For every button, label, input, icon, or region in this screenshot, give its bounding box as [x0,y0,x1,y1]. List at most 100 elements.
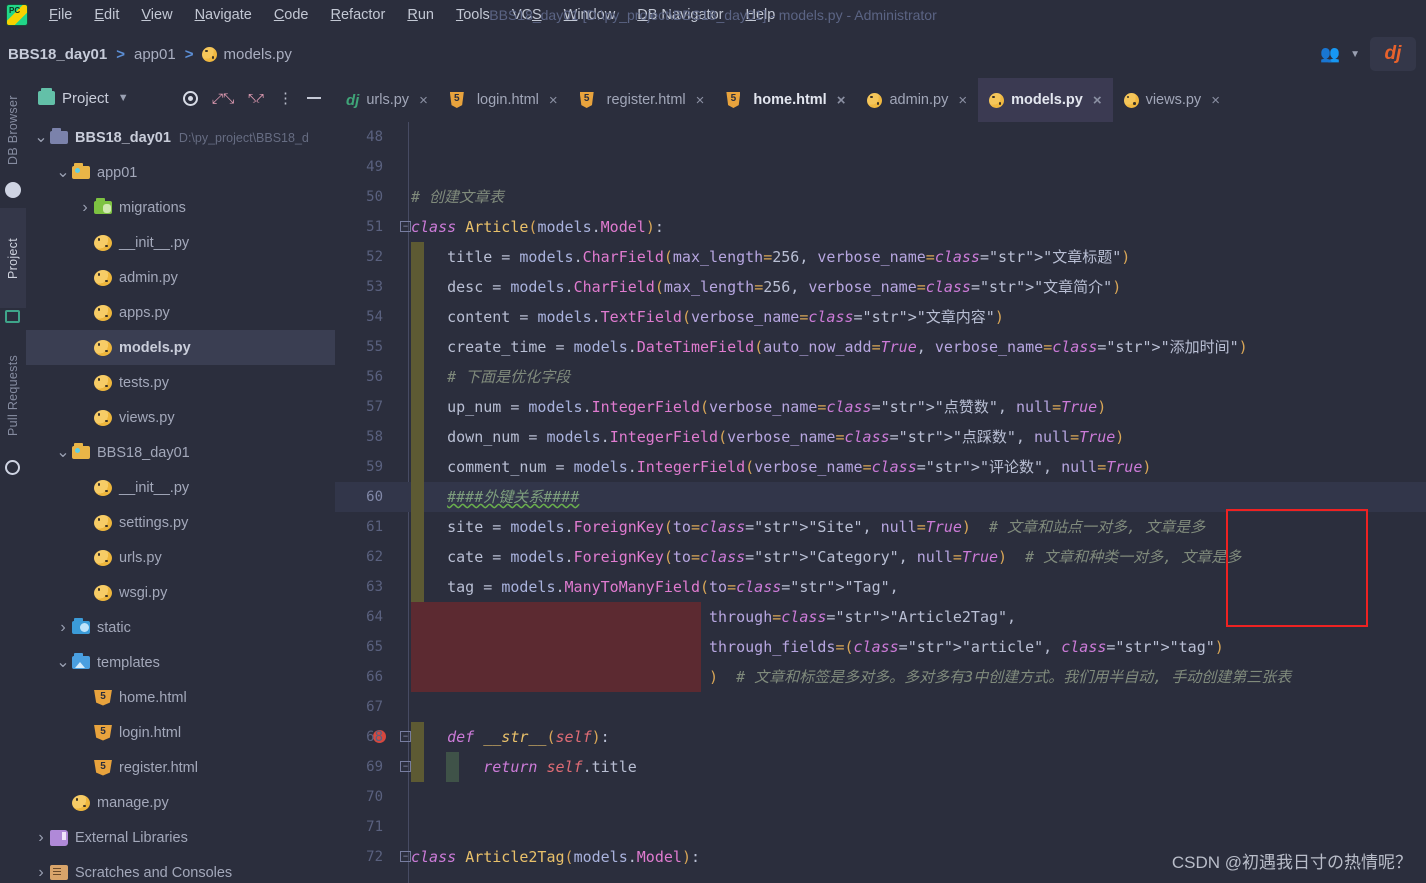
menu-code[interactable]: Code [263,3,320,27]
code-fold-icon[interactable]: − [400,731,411,742]
tree-item--init-py[interactable]: __init__.py [26,470,335,505]
chevron-down-icon[interactable]: ▼ [1350,49,1360,60]
code-line[interactable]: 64 through=class="str">"Article2Tag", [335,602,1426,632]
code-line[interactable]: 70 [335,782,1426,812]
close-icon[interactable]: × [837,92,846,109]
menu-run[interactable]: Run [396,3,445,27]
toolwindow-db-browser[interactable]: DB Browser [0,82,26,178]
code-editor[interactable]: 48 49 50 # 创建文章表 − 51 class Article(models.Mod… [335,122,1426,883]
tree-item-apps-py[interactable]: apps.py [26,295,335,330]
tree-item--init-py[interactable]: __init__.py [26,225,335,260]
toolwindow-project[interactable]: Project [0,208,26,308]
tree-item-external-libraries[interactable]: › External Libraries [26,820,335,855]
menu-window[interactable]: Window [553,3,627,27]
menu-db-navigator[interactable]: DB Navigator [626,3,734,27]
code-line[interactable]: 67 [335,692,1426,722]
editor-tab-models-py[interactable]: models.py × [978,78,1113,122]
chevron-right-icon[interactable]: › [32,864,50,882]
chevron-right-icon[interactable]: › [32,829,50,847]
tree-item-admin-py[interactable]: admin.py [26,260,335,295]
code-line[interactable]: 63 tag = models.ManyToManyField(to=class… [335,572,1426,602]
project-dropdown-chevron-icon[interactable]: ▼ [118,92,129,104]
breadcrumb-item-app01[interactable]: app01 [134,46,176,63]
close-icon[interactable]: × [696,92,705,109]
chevron-right-icon[interactable]: › [54,619,72,637]
tree-item-register-html[interactable]: register.html [26,750,335,785]
close-icon[interactable]: × [1211,92,1220,109]
tree-item-wsgi-py[interactable]: wsgi.py [26,575,335,610]
code-line[interactable]: − 51 class Article(models.Model): [335,212,1426,242]
code-line[interactable]: 71 [335,812,1426,842]
code-line[interactable]: 59 comment_num = models.IntegerField(ver… [335,452,1426,482]
close-icon[interactable]: × [549,92,558,109]
editor-tab-register-html[interactable]: register.html × [569,78,716,122]
tree-item-templates[interactable]: ⌄ templates [26,645,335,680]
tree-item-login-html[interactable]: login.html [26,715,335,750]
editor-tab-admin-py[interactable]: admin.py × [856,78,978,122]
code-line[interactable]: 54 content = models.TextField(verbose_na… [335,302,1426,332]
code-line[interactable]: − 69 return self.title [335,752,1426,782]
code-line[interactable]: 49 [335,152,1426,182]
tree-item-urls-py[interactable]: urls.py [26,540,335,575]
close-icon[interactable]: × [1093,92,1102,109]
breadcrumb-item-models[interactable]: models.py [223,46,291,63]
menu-refactor[interactable]: Refactor [320,3,397,27]
tree-item-migrations[interactable]: › migrations [26,190,335,225]
tree-item-models-py[interactable]: models.py [26,330,335,365]
chevron-down-icon[interactable]: ⌄ [54,654,72,670]
code-line[interactable]: 56 # 下面是优化字段 [335,362,1426,392]
toolwindow-pull-requests[interactable]: Pull Requests [0,336,26,454]
chevron-down-icon[interactable]: ⌄ [54,444,72,460]
tree-item-app01[interactable]: ⌄ app01 [26,155,335,190]
github-icon[interactable] [5,460,20,475]
tree-item-bbs18-day01[interactable]: ⌄ BBS18_day01 [26,435,335,470]
chevron-down-icon[interactable]: ⌄ [32,129,50,145]
code-line[interactable]: 66 ) # 文章和标签是多对多。多对多有3中创建方式。我们用半自动, 手动创建… [335,662,1426,692]
code-line[interactable]: 61 site = models.ForeignKey(to=class="st… [335,512,1426,542]
code-line[interactable]: 52 title = models.CharField(max_length=2… [335,242,1426,272]
tree-item-scratches-and-consoles[interactable]: › Scratches and Consoles [26,855,335,883]
tree-item-views-py[interactable]: views.py [26,400,335,435]
menu-edit[interactable]: Edit [83,3,130,27]
collapse-all-icon[interactable]: ⤣⤤ [248,90,264,107]
code-line[interactable]: 50 # 创建文章表 [335,182,1426,212]
code-fold-icon[interactable]: − [400,221,411,232]
code-fold-icon[interactable]: − [400,761,411,772]
django-badge[interactable]: dj [1370,37,1416,71]
expand-all-icon[interactable]: ⤢⤡ [212,90,234,107]
db-search-icon[interactable] [5,182,21,198]
menu-view[interactable]: View [130,3,183,27]
breadcrumb-root[interactable]: BBS18_day01 [8,46,107,63]
code-line[interactable]: 58 down_num = models.IntegerField(verbos… [335,422,1426,452]
tree-item-tests-py[interactable]: tests.py [26,365,335,400]
code-line[interactable]: 57 up_num = models.IntegerField(verbose_… [335,392,1426,422]
close-icon[interactable]: × [958,92,967,109]
project-tree[interactable]: ⌄ BBS18_day01 D:\py_project\BBS18_d ⌄ app01 ›… [26,118,335,883]
close-icon[interactable]: × [419,92,428,109]
editor-tab-login-html[interactable]: login.html × [439,78,569,122]
editor-tab-urls-py[interactable]: dj urls.py × [335,78,439,122]
editor-tab-bar[interactable]: djurls.py×login.html×register.html×home.… [335,78,1426,122]
tree-item-settings-py[interactable]: settings.py [26,505,335,540]
menu-vcs[interactable]: VCS [501,3,553,27]
tree-item-bbs18-day01[interactable]: ⌄ BBS18_day01 D:\py_project\BBS18_d [26,120,335,155]
scroll-to-source-icon[interactable] [182,90,198,106]
menu-navigate[interactable]: Navigate [184,3,263,27]
collaborators-icon[interactable]: 👥 [1320,44,1340,64]
menu-help[interactable]: Help [734,3,786,27]
code-line[interactable]: 62 cate = models.ForeignKey(to=class="st… [335,542,1426,572]
code-line[interactable]: 53 desc = models.CharField(max_length=25… [335,272,1426,302]
code-line[interactable]: − 68 def __str__(self): [335,722,1426,752]
code-line[interactable]: 65 through_fields=(class="str">"article"… [335,632,1426,662]
code-line[interactable]: 55 create_time = models.DateTimeField(au… [335,332,1426,362]
code-line[interactable]: 48 [335,122,1426,152]
chevron-right-icon[interactable]: › [76,199,94,217]
hide-panel-icon[interactable] [307,96,321,100]
tree-item-static[interactable]: › static [26,610,335,645]
editor-tab-views-py[interactable]: views.py × [1113,78,1231,122]
menu-file[interactable]: File [38,3,83,27]
menu-tools[interactable]: Tools [445,3,501,27]
more-options-icon[interactable]: ⋮ [278,89,293,107]
code-content[interactable]: 48 49 50 # 创建文章表 − 51 class Article(models.Mod… [335,122,1426,883]
tree-item-manage-py[interactable]: manage.py [26,785,335,820]
